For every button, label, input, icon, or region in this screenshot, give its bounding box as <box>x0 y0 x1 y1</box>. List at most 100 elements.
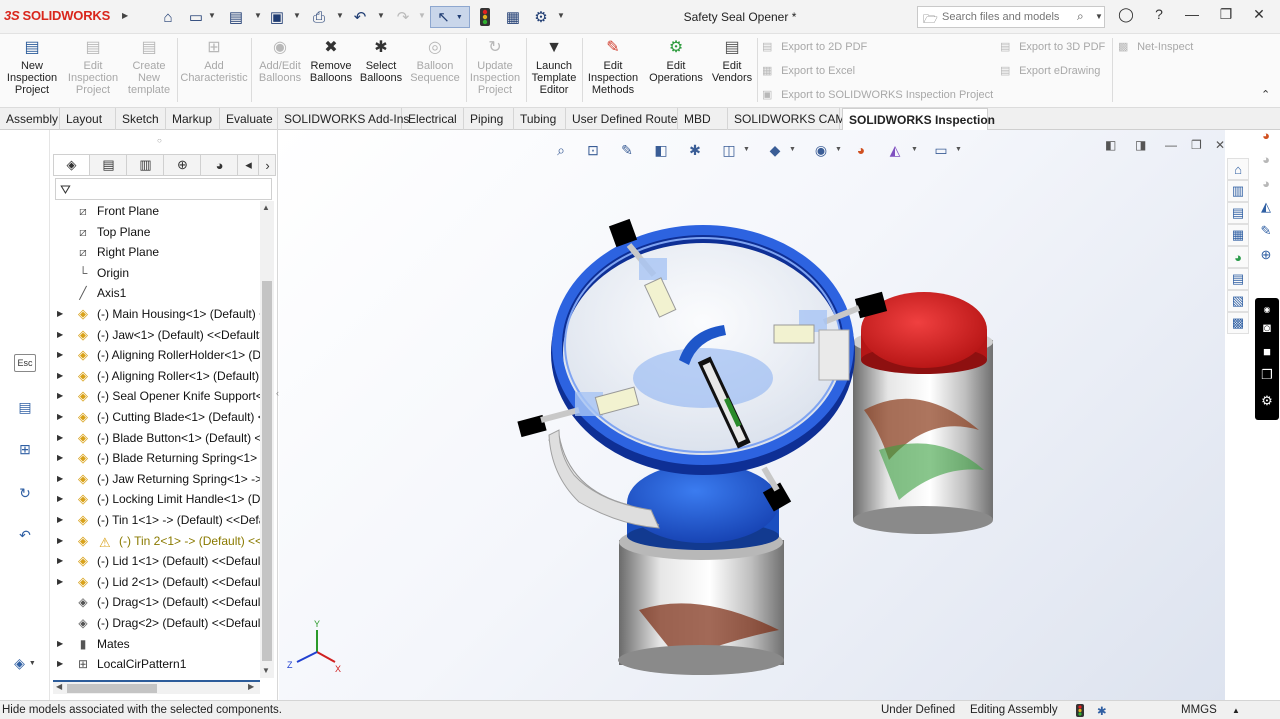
display-style-icon[interactable]: ◆ <box>763 138 787 162</box>
capture-settings-gear-icon[interactable]: ⚙ <box>1258 392 1276 410</box>
edit-operations-button[interactable]: ⚙ Edit Operations <box>645 38 707 85</box>
tree-item[interactable]: ▶ ◈ (-) Lid 2<1> (Default) <<Default> <box>53 572 260 592</box>
tab-mbd[interactable]: MBD <box>678 108 728 130</box>
view-settings-icon[interactable]: ▭ <box>929 138 953 162</box>
tab-layout[interactable]: Layout <box>60 108 116 130</box>
options-dropdown-icon[interactable]: ▼ <box>557 11 565 20</box>
expand-arrow-icon[interactable]: ▶ <box>57 510 63 530</box>
tree-item[interactable]: ⧄ Right Plane <box>53 242 260 262</box>
launch-template-editor-button[interactable]: ▼ Launch Template Editor <box>529 38 579 97</box>
component-pattern-icon[interactable]: ⊞ <box>14 438 36 460</box>
expand-arrow-icon[interactable]: ▶ <box>57 304 63 324</box>
tab-markup[interactable]: Markup <box>166 108 220 130</box>
apply-scene-icon[interactable]: ◭ <box>883 138 907 162</box>
tree-item[interactable]: ▶ ◈ (-) Locking Limit Handle<1> (Def <box>53 489 260 509</box>
app-logo[interactable]: 3S SOLIDWORKS <box>4 8 110 23</box>
pane-tool-icon[interactable]: ◭ <box>1255 196 1277 218</box>
pane-tool-icon[interactable]: ✎ <box>1255 220 1277 242</box>
expand-arrow-icon[interactable]: ▶ <box>57 634 63 654</box>
export-2d-pdf-button[interactable]: ▤ Export to 2D PDF <box>762 40 867 53</box>
tab-piping[interactable]: Piping <box>464 108 514 130</box>
rotate-view-icon[interactable]: ↻ <box>14 482 36 504</box>
tree-item[interactable]: ▶ ◈ (-) Jaw Returning Spring<1> -> (I <box>53 469 260 489</box>
cutting-ring[interactable] <box>551 225 855 475</box>
close-window-icon[interactable]: ✕ <box>1245 6 1273 28</box>
scroll-thumb[interactable] <box>262 281 272 661</box>
tile-left-icon[interactable]: ◧ <box>1105 138 1116 152</box>
tree-filter[interactable]: ⛛ <box>55 178 272 200</box>
pane-tool-icon[interactable]: ◕ <box>1255 148 1277 170</box>
tab-assembly[interactable]: Assembly <box>0 108 60 130</box>
tree-item[interactable]: ▶ ◈ (-) Seal Opener Knife Support<1> <box>53 386 260 406</box>
tree-item[interactable]: ⧄ Front Plane <box>53 201 260 221</box>
previous-view-icon[interactable]: ✎ <box>615 138 639 162</box>
scroll-left-icon[interactable]: ◀ <box>56 682 62 691</box>
search-input[interactable] <box>942 9 1082 25</box>
update-inspection-project-button[interactable]: ↻ Update Inspection Project <box>468 38 522 97</box>
redo-dropdown-icon[interactable]: ▼ <box>418 11 426 20</box>
tree-item[interactable]: ▶ ◈ (-) Lid 1<1> (Default) <<Default> <box>53 551 260 571</box>
scroll-right-icon[interactable]: ▶ <box>248 682 254 691</box>
tin-bottom[interactable] <box>618 540 784 675</box>
unit-system-selector[interactable]: MMGS <box>1181 704 1217 716</box>
expand-arrow-icon[interactable]: ▶ <box>57 551 63 571</box>
dimxpert-tab-icon[interactable]: ⊕ <box>165 155 201 175</box>
tree-item[interactable]: ⧄ Top Plane <box>53 222 260 242</box>
net-inspect-button[interactable]: ▩ Net-Inspect <box>1118 40 1193 53</box>
redo-icon[interactable]: ↷ <box>392 6 414 28</box>
tree-item[interactable]: ▶ ◈ (-) Cutting Blade<1> (Default) << <box>53 407 260 427</box>
appearances-icon[interactable]: ◕ <box>1227 246 1249 268</box>
search-box[interactable]: 🗁 ⌕ ▼ <box>917 6 1105 28</box>
tree-horizontal-scrollbar[interactable]: ◀ ▶ <box>53 680 260 694</box>
add-characteristic-button[interactable]: ⊞ Add Characteristic <box>180 38 248 85</box>
print-dropdown-icon[interactable]: ▼ <box>336 11 344 20</box>
design-library-icon[interactable]: ▥ <box>1227 180 1249 202</box>
feature-manager-tab-icon[interactable]: ◈ <box>54 155 90 175</box>
view-cube-icon[interactable]: ◈ ▼ <box>8 652 42 674</box>
tree-item[interactable]: ◈ (-) Drag<1> (Default) <<Default> <box>53 592 260 612</box>
property-manager-tab-icon[interactable]: ▤ <box>91 155 127 175</box>
scroll-thumb[interactable] <box>67 684 157 693</box>
export-3d-pdf-button[interactable]: ▤ Export to 3D PDF <box>1000 40 1105 53</box>
open-folder-icon[interactable]: ▤ <box>225 6 247 28</box>
expand-arrow-icon[interactable]: ▶ <box>57 489 63 509</box>
tree-item[interactable]: ▶ ▮ Mates <box>53 634 260 654</box>
tabs-scroll-right-icon[interactable]: › <box>259 155 276 175</box>
tile-right-icon[interactable]: ◨ <box>1135 138 1146 152</box>
export-excel-button[interactable]: ▦ Export to Excel <box>762 64 855 77</box>
expand-arrow-icon[interactable]: ▶ <box>57 345 63 365</box>
tree-vertical-scrollbar[interactable]: ▲ ▼ <box>260 201 274 678</box>
edit-appearance-icon[interactable]: ◕ <box>849 138 873 162</box>
tree-item[interactable]: ▶ ◈ (-) Tin 1<1> -> (Default) <<Defau <box>53 510 260 530</box>
inspection-icon[interactable]: ▩ <box>1227 312 1249 334</box>
appearance-ball-icon[interactable]: ◕ <box>1255 124 1277 146</box>
expand-arrow-icon[interactable]: ▶ <box>57 654 63 674</box>
minimize-icon[interactable]: — <box>1178 6 1206 28</box>
tree-item[interactable]: ▶ ◈ (-) Main Housing<1> (Default) < <box>53 304 260 324</box>
dynamic-annotation-icon[interactable]: ✱ <box>683 138 707 162</box>
edit-vendors-button[interactable]: ▤ Edit Vendors <box>708 38 756 85</box>
tree-item[interactable]: ▶ ◈ (-) Aligning RollerHolder<1> (De <box>53 345 260 365</box>
panel-grip-icon[interactable]: ○ <box>157 136 162 145</box>
display-manager-tab-icon[interactable]: ◕ <box>202 155 238 175</box>
display-style-dropdown-icon[interactable]: ▼ <box>789 146 796 153</box>
pane-tool-icon[interactable]: ◕ <box>1255 172 1277 194</box>
tab-solidworks-add-ins[interactable]: SOLIDWORKS Add-Ins <box>278 108 409 130</box>
forum-icon[interactable]: ▧ <box>1227 290 1249 312</box>
add-edit-balloons-button[interactable]: ◉ Add/Edit Balloons <box>254 38 306 85</box>
expand-arrow-icon[interactable]: ▶ <box>57 469 63 489</box>
section-view-icon[interactable]: ◧ <box>649 138 673 162</box>
window-capture-icon[interactable]: ❐ <box>1258 366 1276 384</box>
tab-sketch[interactable]: Sketch <box>116 108 166 130</box>
hide-show-dropdown-icon[interactable]: ▼ <box>835 146 842 153</box>
app-menu-arrow-icon[interactable]: ▶ <box>122 11 128 20</box>
rebuild-traffic-light-icon[interactable] <box>474 6 496 28</box>
remove-balloons-button[interactable]: ✖ Remove Balloons <box>306 38 356 85</box>
expand-arrow-icon[interactable]: ▶ <box>57 448 63 468</box>
file-explorer-icon[interactable]: ▤ <box>1227 202 1249 224</box>
tree-item[interactable]: └ Origin <box>53 263 260 283</box>
file-properties-icon[interactable]: ▦ <box>502 6 524 28</box>
help-icon[interactable]: ? <box>1145 6 1173 28</box>
view-settings-icon[interactable]: ▤ <box>14 396 36 418</box>
assembly-model[interactable]: Y X Z <box>279 130 1225 700</box>
